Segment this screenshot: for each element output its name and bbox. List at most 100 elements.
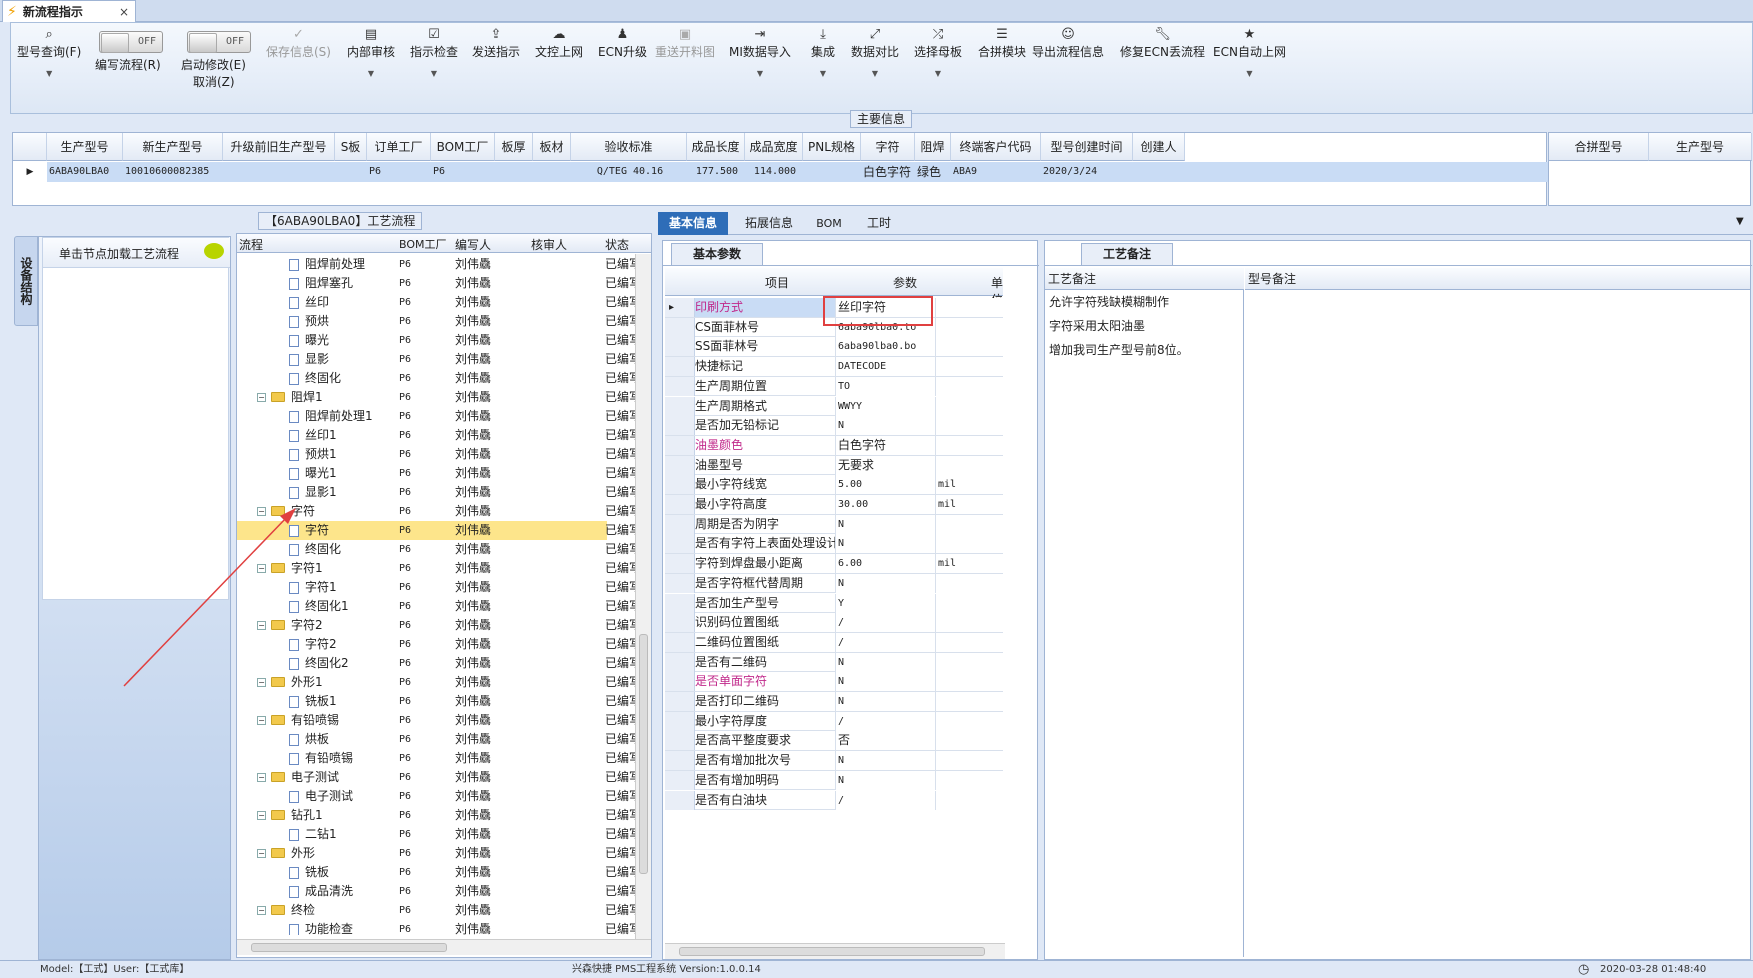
flow-tree-row[interactable]: − 外形 P6 刘伟驫 已编写	[237, 844, 635, 863]
cell-material[interactable]	[533, 162, 571, 182]
header-client[interactable]: 终端客户代码	[951, 133, 1041, 161]
cell-standard[interactable]: Q/TEG 40.16	[571, 162, 687, 182]
param-row[interactable]: 是否有字符上表面处理设计 N	[665, 534, 1011, 555]
param-row[interactable]: 周期是否为阴字 N	[665, 514, 1011, 535]
flow-col-name[interactable]: 流程	[239, 236, 263, 253]
tab-bom[interactable]: BOM	[804, 212, 854, 235]
collapse-icon[interactable]: −	[257, 773, 266, 782]
tab-process-notes[interactable]: 工艺备注	[1081, 243, 1173, 265]
param-value[interactable]: N	[835, 692, 935, 711]
auto-upload-button[interactable]: ★ ECN自动上网 ▼	[1213, 27, 1286, 78]
header-bom-factory[interactable]: BOM工厂	[431, 133, 495, 161]
tab-basic-info[interactable]: 基本信息	[658, 212, 728, 235]
flow-tree-row[interactable]: 烘板P6刘伟驫已编写	[237, 730, 635, 749]
flow-col-status[interactable]: 状态	[605, 236, 629, 253]
close-tab-icon[interactable]: ×	[119, 5, 129, 19]
flow-tree-row[interactable]: 终固化P6刘伟驫已编写	[237, 369, 635, 388]
header-char[interactable]: 字符	[861, 133, 915, 161]
param-row[interactable]: 是否有增加批次号 N	[665, 751, 1011, 771]
flow-tree-row[interactable]: 二钻1P6刘伟驫已编写	[237, 825, 635, 844]
cell-char[interactable]: 白色字符	[861, 162, 915, 182]
param-row[interactable]: 是否有白油块 /	[665, 790, 1011, 811]
cell-pnl[interactable]	[803, 162, 861, 182]
param-value[interactable]: N	[835, 652, 935, 672]
flow-col-factory[interactable]: BOM工厂	[399, 236, 447, 252]
check-button[interactable]: ☑ 指示检查 ▼	[410, 27, 458, 78]
merge-header-production-model[interactable]: 生产型号	[1649, 133, 1752, 161]
tab-extended-info[interactable]: 拓展信息	[734, 212, 804, 235]
param-value[interactable]: WWYY	[835, 396, 935, 416]
param-value[interactable]: 6.00	[835, 554, 935, 574]
flow-tree-row[interactable]: 丝印P6刘伟驫已编写	[237, 293, 635, 312]
flow-tree-row[interactable]: 丝印1P6刘伟驫已编写	[237, 426, 635, 445]
cell-solder[interactable]: 绿色	[915, 162, 951, 182]
param-value[interactable]: N	[835, 573, 935, 593]
flow-tree-row[interactable]: 铣板1P6刘伟驫已编写	[237, 692, 635, 711]
collapse-icon[interactable]: −	[257, 393, 266, 402]
param-value[interactable]: 白色字符	[835, 435, 935, 455]
param-value[interactable]: N	[835, 672, 935, 692]
merge-header-model[interactable]: 合拼型号	[1549, 133, 1649, 161]
vscroll-thumb[interactable]	[639, 634, 648, 874]
tab-basic-params[interactable]: 基本参数	[671, 243, 763, 265]
cell-width[interactable]: 114.000	[745, 162, 803, 182]
param-row[interactable]: 生产周期位置 TO	[665, 376, 1011, 397]
param-row[interactable]: 是否高平整度要求 否	[665, 731, 1011, 752]
write-flow-toggle[interactable]: OFF	[99, 31, 163, 53]
merge-button[interactable]: ☰ 合拼模块	[978, 27, 1026, 60]
param-row[interactable]: 识别码位置图纸 /	[665, 613, 1011, 633]
param-value[interactable]: 5.00	[835, 475, 935, 495]
flow-tree-row[interactable]: 电子测试P6刘伟驫已编写	[237, 787, 635, 806]
param-row[interactable]: 是否打印二维码 N	[665, 692, 1011, 712]
param-value[interactable]: TO	[835, 376, 935, 396]
param-row[interactable]: 是否加无铅标记 N	[665, 416, 1011, 436]
param-row[interactable]: SS面菲林号 6aba90lba0.bo	[665, 337, 1011, 358]
flow-tree-row[interactable]: − 有铅喷锡 P6 刘伟驫 已编写	[237, 711, 635, 730]
param-row[interactable]: 油墨颜色 白色字符	[665, 435, 1011, 456]
param-value[interactable]: Y	[835, 593, 935, 613]
flow-tree-row[interactable]: 阻焊前处理P6刘伟驫已编写	[237, 255, 635, 274]
param-value[interactable]: DATECODE	[835, 357, 935, 377]
params-hscroll[interactable]	[665, 943, 1005, 959]
header-standard[interactable]: 验收标准	[571, 133, 687, 161]
select-master-button[interactable]: ⤮ 选择母板 ▼	[914, 27, 962, 78]
internal-review-button[interactable]: ▤ 内部审核 ▼	[347, 27, 395, 78]
cell-new-model[interactable]: 10010600082385	[123, 162, 223, 182]
flow-tree-row[interactable]: 显影P6刘伟驫已编写	[237, 350, 635, 369]
param-value[interactable]: /	[835, 632, 935, 652]
param-row[interactable]: 二维码位置图纸 /	[665, 632, 1011, 653]
param-value[interactable]: N	[835, 514, 935, 534]
load-flow-item[interactable]: 单击节点加载工艺流程	[43, 238, 230, 268]
fix-button[interactable]: 🔧︎ 修复ECN丢流程	[1120, 27, 1205, 60]
cell-old-model[interactable]	[223, 162, 335, 182]
param-row[interactable]: 最小字符高度 30.00 mil	[665, 495, 1011, 515]
flow-tree-row[interactable]: 阻焊塞孔P6刘伟驫已编写	[237, 274, 635, 293]
flow-tree-row[interactable]: − 终检 P6 刘伟驫 已编写	[237, 901, 635, 920]
compare-button[interactable]: ⤢ 数据对比 ▼	[851, 27, 899, 78]
header-solder[interactable]: 阻焊	[915, 133, 951, 161]
flow-tree-row[interactable]: 预烘1P6刘伟驫已编写	[237, 445, 635, 464]
param-value[interactable]: 6aba90lba0.bo	[835, 337, 935, 357]
flow-tree-row[interactable]: 有铅喷锡P6刘伟驫已编写	[237, 749, 635, 768]
params-col-item[interactable]: 项目	[765, 274, 789, 291]
send-button[interactable]: ⇪ 发送指示	[472, 27, 520, 60]
cell-client[interactable]: ABA9	[951, 162, 1041, 182]
flow-tree-row[interactable]: 成品清洗P6刘伟驫已编写	[237, 882, 635, 901]
param-row[interactable]: 最小字符厚度 /	[665, 711, 1011, 732]
cell-created[interactable]: 2020/3/24	[1041, 162, 1133, 182]
param-row[interactable]: 最小字符线宽 5.00 mil	[665, 475, 1011, 495]
cell-creator[interactable]	[1133, 162, 1185, 182]
header-order-factory[interactable]: 订单工厂	[367, 133, 431, 161]
save-button[interactable]: ✓ 保存信息(S)	[266, 27, 331, 60]
equipment-structure-tab[interactable]: 设备结构	[14, 236, 38, 326]
header-model[interactable]: 生产型号	[47, 133, 123, 161]
hscroll-thumb[interactable]	[679, 947, 985, 956]
param-value[interactable]: N	[835, 770, 935, 790]
header-s-board[interactable]: S板	[335, 133, 367, 161]
ecn-upgrade-button[interactable]: ♟ ECN升级	[598, 27, 647, 60]
header-creator[interactable]: 创建人	[1133, 133, 1185, 161]
param-value[interactable]: /	[835, 613, 935, 633]
flow-tree-vscroll[interactable]	[635, 254, 651, 939]
collapse-icon[interactable]: −	[257, 906, 266, 915]
param-value[interactable]: N	[835, 416, 935, 436]
